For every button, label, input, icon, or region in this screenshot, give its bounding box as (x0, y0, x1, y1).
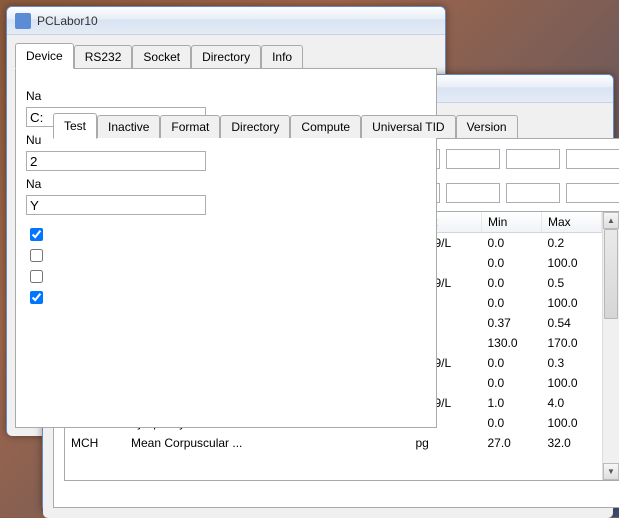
cell-code: MCH (65, 433, 125, 453)
label-na2: Na (26, 177, 41, 191)
cell-min: 130.0 (482, 333, 542, 353)
label-nu: Nu (26, 133, 41, 147)
scrollbar[interactable]: ▲ ▼ (602, 212, 619, 480)
tab-directory2[interactable]: Directory (220, 115, 290, 138)
cell-max: 0.5 (542, 273, 602, 293)
cell-min: 0.0 (482, 233, 542, 254)
tab-compute[interactable]: Compute (290, 115, 361, 138)
cell-min: 0.0 (482, 373, 542, 393)
checkbox-4[interactable] (30, 291, 43, 304)
titlebar-main[interactable]: PCLabor10 (7, 7, 445, 35)
db-tab-strip: Test Inactive Format Directory Compute U… (53, 113, 619, 138)
scroll-up-icon[interactable]: ▲ (603, 212, 619, 229)
checkbox-1[interactable] (30, 228, 43, 241)
cell-min: 0.0 (482, 413, 542, 433)
filter-min-1[interactable] (506, 149, 560, 169)
cell-max: 170.0 (542, 333, 602, 353)
cell-max: 100.0 (542, 373, 602, 393)
cell-min: 27.0 (482, 433, 542, 453)
cell-max: 4.0 (542, 393, 602, 413)
tab-rs232[interactable]: RS232 (74, 45, 133, 68)
cell-min: 0.0 (482, 353, 542, 373)
cell-min: 0.0 (482, 253, 542, 273)
main-window: PCLabor10 Device RS232 Socket Directory … (6, 6, 446, 436)
table-row[interactable]: MCHMean Corpuscular ...pg27.032.0 (65, 433, 602, 453)
col-min[interactable]: Min (482, 212, 542, 233)
tab-test[interactable]: Test (53, 113, 97, 139)
scroll-thumb[interactable] (604, 229, 618, 319)
checkbox-2[interactable] (30, 249, 43, 262)
app-icon (15, 13, 31, 29)
cell-max: 100.0 (542, 253, 602, 273)
col-max[interactable]: Max (542, 212, 602, 233)
filter-min-2[interactable] (506, 183, 560, 203)
label-na: Na (26, 89, 41, 103)
cell-min: 0.0 (482, 273, 542, 293)
tab-directory[interactable]: Directory (191, 45, 261, 68)
cell-max: 100.0 (542, 413, 602, 433)
field-two[interactable] (26, 151, 206, 171)
cell-min: 1.0 (482, 393, 542, 413)
filter-unit-2[interactable] (446, 183, 500, 203)
filter-max-1[interactable] (566, 149, 619, 169)
field-y[interactable] (26, 195, 206, 215)
main-body: Device RS232 Socket Directory Info Na Nu (7, 35, 445, 436)
tab-universal-tid[interactable]: Universal TID (361, 115, 455, 138)
cell-min: 0.37 (482, 313, 542, 333)
scroll-track[interactable] (603, 229, 619, 463)
cell-max: 0.3 (542, 353, 602, 373)
cell-max: 0.2 (542, 233, 602, 254)
scroll-down-icon[interactable]: ▼ (603, 463, 619, 480)
cell-max: 0.54 (542, 313, 602, 333)
cell-max: 100.0 (542, 293, 602, 313)
tab-version[interactable]: Version (456, 115, 518, 138)
tab-info[interactable]: Info (261, 45, 303, 68)
window-title: PCLabor10 (37, 14, 98, 28)
tab-device[interactable]: Device (15, 43, 74, 69)
tab-inactive[interactable]: Inactive (97, 115, 160, 138)
checkbox-3[interactable] (30, 270, 43, 283)
tab-socket[interactable]: Socket (132, 45, 191, 68)
tab-format[interactable]: Format (160, 115, 220, 138)
filter-max-2[interactable] (566, 183, 619, 203)
filter-unit-1[interactable] (446, 149, 500, 169)
main-tab-strip: Device RS232 Socket Directory Info (15, 43, 437, 68)
cell-max: 32.0 (542, 433, 602, 453)
cell-name: Mean Corpuscular ... (125, 433, 410, 453)
cell-unit: pg (410, 433, 482, 453)
cell-min: 0.0 (482, 293, 542, 313)
